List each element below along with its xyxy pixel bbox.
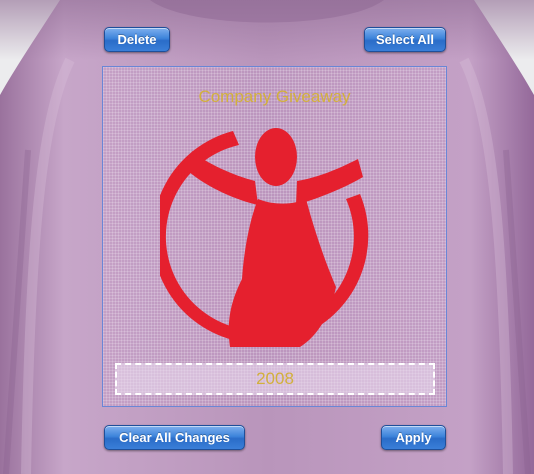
save-the-children-logo-icon[interactable] [160,119,390,355]
apply-button[interactable]: Apply [381,425,446,450]
design-area[interactable]: Company Giveaway 2008 [102,66,447,407]
design-top-text[interactable]: Company Giveaway [103,87,446,107]
design-year-text[interactable]: 2008 [115,363,435,395]
select-all-button[interactable]: Select All [364,27,446,52]
delete-button[interactable]: Delete [104,27,170,52]
clear-all-changes-button[interactable]: Clear All Changes [104,425,245,450]
